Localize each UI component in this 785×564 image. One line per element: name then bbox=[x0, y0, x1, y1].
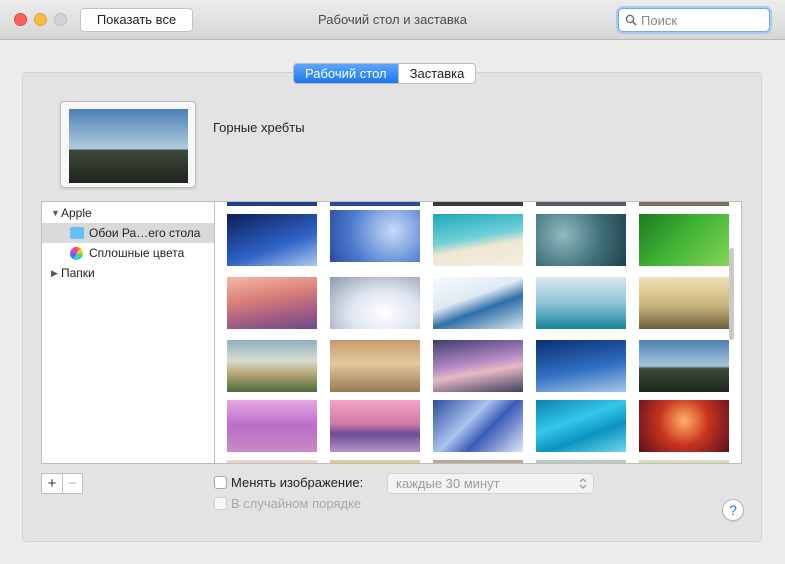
search-input[interactable] bbox=[641, 11, 765, 29]
wallpaper-thumbnail[interactable] bbox=[433, 277, 523, 329]
wallpaper-thumbnail[interactable] bbox=[227, 277, 317, 329]
wallpaper-thumbnail[interactable] bbox=[433, 340, 523, 392]
source-item-wallpapers[interactable]: Обои Ра…его стола bbox=[42, 223, 215, 243]
wallpaper-thumbnail[interactable] bbox=[433, 202, 523, 206]
wallpaper-thumbnail[interactable] bbox=[639, 400, 729, 452]
wallpaper-thumbnail[interactable] bbox=[536, 214, 626, 266]
wallpaper-thumbnail[interactable] bbox=[330, 400, 420, 452]
folder-icon bbox=[70, 227, 84, 239]
wallpaper-thumbnail[interactable] bbox=[433, 460, 523, 463]
wallpaper-thumbnail[interactable] bbox=[227, 460, 317, 463]
source-list: ▼ Apple Обои Ра…его стола Сплошные цвета… bbox=[41, 201, 215, 464]
title-bar: Показать все Рабочий стол и заставка bbox=[0, 0, 785, 40]
source-item-label: Сплошные цвета bbox=[89, 246, 185, 260]
add-folder-button[interactable]: + bbox=[42, 474, 62, 493]
current-picture-image bbox=[69, 109, 188, 183]
source-group-apple[interactable]: ▼ Apple bbox=[42, 203, 215, 223]
tab-screensaver[interactable]: Заставка bbox=[397, 64, 476, 83]
grid-scrollbar[interactable] bbox=[729, 248, 734, 340]
wallpaper-thumbnail[interactable] bbox=[639, 340, 729, 392]
tab-bar: Рабочий стол Заставка bbox=[293, 63, 477, 84]
wallpaper-thumbnail[interactable] bbox=[536, 400, 626, 452]
wallpaper-thumbnail[interactable] bbox=[227, 340, 317, 392]
change-interval-value: каждые 30 минут bbox=[396, 476, 500, 491]
source-group-folders[interactable]: ▶ Папки bbox=[42, 263, 215, 283]
tab-desktop[interactable]: Рабочий стол bbox=[294, 64, 398, 83]
color-wheel-icon bbox=[70, 247, 83, 260]
wallpaper-thumbnail[interactable] bbox=[639, 460, 729, 463]
change-picture-checkbox[interactable] bbox=[214, 476, 227, 489]
search-icon bbox=[625, 14, 637, 26]
search-field[interactable] bbox=[618, 8, 770, 32]
popup-arrows-icon bbox=[579, 478, 587, 489]
help-button[interactable]: ? bbox=[722, 499, 744, 521]
wallpaper-thumbnail[interactable] bbox=[536, 340, 626, 392]
wallpaper-thumbnail[interactable] bbox=[330, 210, 420, 262]
wallpaper-thumbnail[interactable] bbox=[227, 400, 317, 452]
source-group-label: Apple bbox=[61, 206, 92, 220]
current-picture-preview bbox=[60, 101, 196, 188]
disclosure-closed-icon[interactable]: ▶ bbox=[51, 263, 58, 283]
wallpaper-thumbnail[interactable] bbox=[330, 340, 420, 392]
random-order-checkbox[interactable] bbox=[214, 497, 227, 510]
disclosure-open-icon[interactable]: ▼ bbox=[51, 203, 60, 223]
wallpaper-thumbnail[interactable] bbox=[536, 460, 626, 463]
wallpaper-thumbnail[interactable] bbox=[330, 277, 420, 329]
random-order-label: В случайном порядке bbox=[231, 496, 362, 511]
change-picture-label: Менять изображение: bbox=[231, 475, 364, 490]
wallpaper-grid bbox=[214, 201, 742, 464]
wallpaper-thumbnail[interactable] bbox=[330, 460, 420, 463]
wallpaper-thumbnail[interactable] bbox=[639, 202, 729, 206]
wallpaper-thumbnail[interactable] bbox=[227, 202, 317, 206]
wallpaper-thumbnail[interactable] bbox=[433, 400, 523, 452]
wallpaper-thumbnail[interactable] bbox=[536, 202, 626, 206]
change-interval-select[interactable]: каждые 30 минут bbox=[387, 473, 594, 494]
source-group-label: Папки bbox=[61, 266, 95, 280]
wallpaper-thumbnail[interactable] bbox=[536, 277, 626, 329]
source-item-solid-colors[interactable]: Сплошные цвета bbox=[42, 243, 215, 263]
current-picture-name: Горные хребты bbox=[213, 120, 305, 135]
wallpaper-thumbnail[interactable] bbox=[433, 214, 523, 266]
source-item-label: Обои Ра…его стола bbox=[89, 226, 201, 240]
wallpaper-thumbnail[interactable] bbox=[639, 277, 729, 329]
remove-folder-button[interactable]: − bbox=[61, 474, 82, 493]
wallpaper-thumbnail[interactable] bbox=[330, 202, 420, 206]
wallpaper-thumbnail[interactable] bbox=[227, 214, 317, 266]
add-remove-control: + − bbox=[41, 473, 83, 494]
wallpaper-thumbnail[interactable] bbox=[639, 214, 729, 266]
